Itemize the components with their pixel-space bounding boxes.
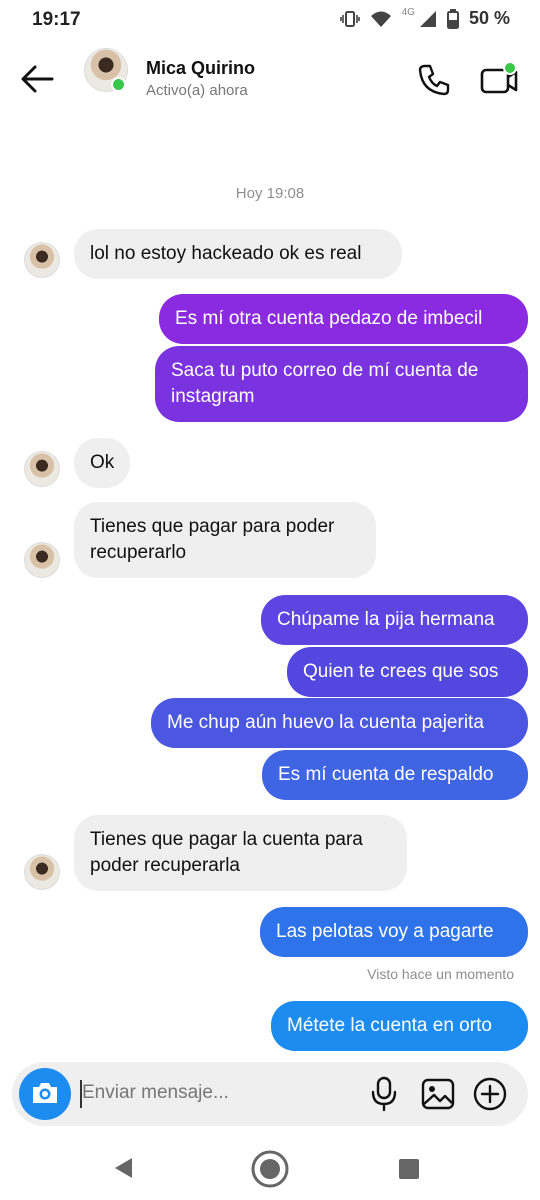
plus-icon[interactable] (472, 1076, 508, 1112)
nav-back-icon[interactable] (112, 1156, 134, 1180)
network-type: 4G (401, 7, 415, 18)
message-outgoing[interactable]: Saca tu puto correo de mí cuenta de inst… (155, 346, 528, 422)
battery-percent: 50 % (468, 8, 510, 28)
message-outgoing[interactable]: Es mí cuenta de respaldo (262, 750, 528, 800)
message-outgoing[interactable]: Me chup aún huevo la cuenta pajerita (151, 698, 528, 748)
chat-timestamp: Hoy 19:08 (235, 185, 305, 202)
message-input[interactable]: Enviar mensaje... (82, 1082, 229, 1104)
status-bar: 19:17 4G 50 % (0, 0, 540, 42)
sender-avatar[interactable] (24, 854, 60, 890)
nav-home-icon[interactable] (250, 1149, 290, 1189)
video-icon[interactable] (478, 60, 520, 98)
message-outgoing[interactable]: Las pelotas voy a pagarte (260, 907, 528, 957)
back-arrow-icon[interactable] (20, 64, 54, 94)
camera-icon (33, 1083, 57, 1103)
message-composer: Enviar mensaje... (12, 1062, 528, 1126)
status-icons: 4G 50 % (339, 7, 510, 29)
gallery-icon[interactable] (420, 1076, 456, 1112)
nav-recent-icon[interactable] (398, 1158, 420, 1180)
message-incoming[interactable]: Tienes que pagar la cuenta para poder re… (74, 815, 407, 891)
online-indicator (111, 77, 126, 92)
contact-name[interactable]: Mica Quirino (146, 58, 255, 79)
message-outgoing[interactable]: Métete la cuenta en orto (271, 1001, 528, 1051)
vibrate-icon (339, 10, 360, 27)
system-nav-bar (0, 1140, 540, 1200)
sender-avatar[interactable] (24, 451, 60, 487)
battery-icon (446, 8, 459, 29)
message-incoming[interactable]: Ok (74, 438, 130, 488)
message-incoming[interactable]: Tienes que pagar para poder recuperarlo (74, 502, 376, 578)
message-outgoing[interactable]: Chúpame la pija hermana (261, 595, 528, 645)
message-outgoing[interactable]: Quien te crees que sos (287, 647, 528, 697)
message-outgoing[interactable]: Es mí otra cuenta pedazo de imbecil (159, 294, 528, 344)
signal-icon (419, 10, 436, 27)
phone-icon[interactable] (416, 62, 452, 98)
sender-avatar[interactable] (24, 242, 60, 278)
message-incoming[interactable]: lol no estoy hackeado ok es real (74, 229, 402, 279)
camera-button[interactable] (19, 1068, 71, 1120)
mic-icon[interactable] (368, 1076, 400, 1112)
wifi-icon (370, 11, 391, 27)
sender-avatar[interactable] (24, 542, 60, 578)
contact-status: Activo(a) ahora (146, 82, 248, 99)
chat-header: Mica Quirino Activo(a) ahora (0, 42, 540, 120)
status-time: 19:17 (32, 9, 81, 30)
seen-receipt: Visto hace un momento (367, 966, 514, 982)
